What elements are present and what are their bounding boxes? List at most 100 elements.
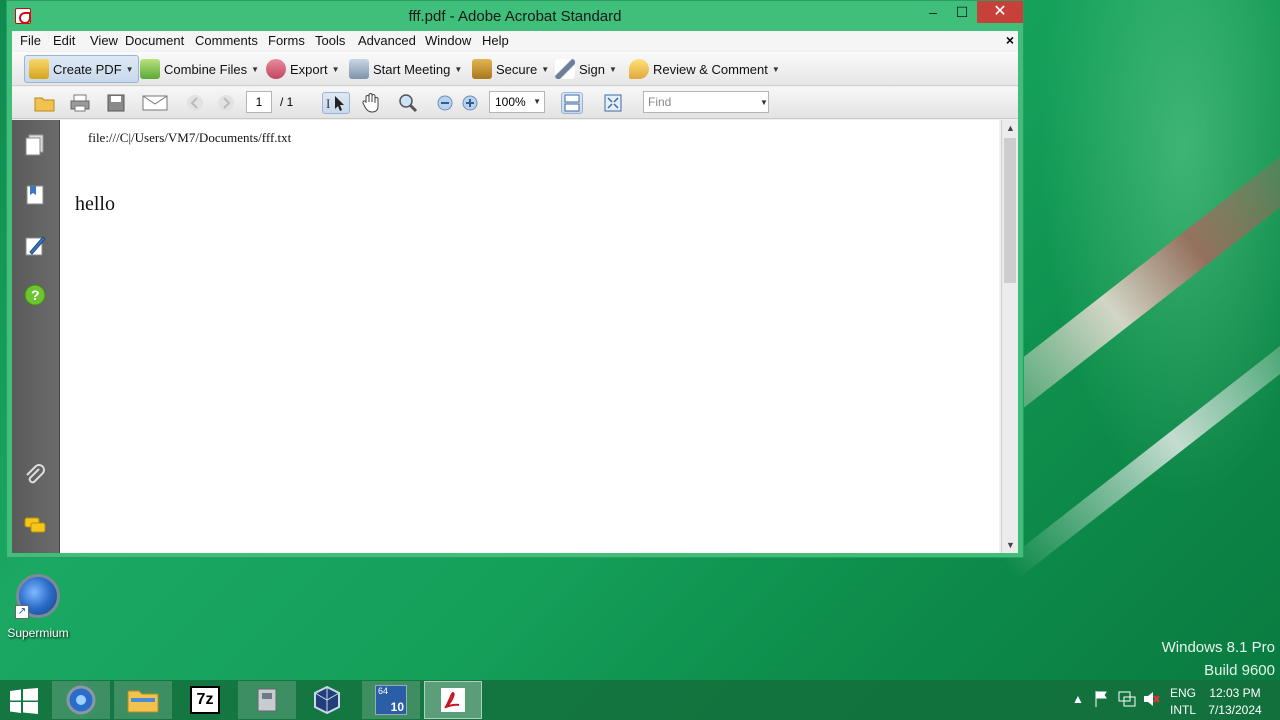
- scrolling-mode-icon[interactable]: [561, 92, 583, 114]
- review-comment-button[interactable]: Review & Comment ▼: [625, 55, 784, 83]
- create-pdf-button[interactable]: Create PDF ▼: [24, 55, 139, 83]
- shortcut-arrow-icon: ↗: [15, 605, 29, 619]
- menu-window[interactable]: Window: [425, 33, 471, 48]
- action-center-flag-icon[interactable]: [1094, 690, 1110, 720]
- taskbar-7zip[interactable]: 7z: [176, 681, 234, 719]
- chevron-down-icon: ▼: [771, 64, 780, 74]
- scrollbar-thumb[interactable]: [1004, 138, 1016, 283]
- bookmarks-icon[interactable]: [24, 184, 46, 206]
- svg-text:I: I: [326, 96, 330, 111]
- window-title: fff.pdf - Adobe Acrobat Standard: [408, 8, 622, 25]
- create-pdf-icon: [29, 59, 49, 79]
- zoom-in-icon[interactable]: [462, 92, 478, 114]
- show-hidden-icons[interactable]: ▲: [1072, 692, 1084, 720]
- menu-comments[interactable]: Comments: [195, 33, 258, 48]
- zoom-out-icon[interactable]: [437, 92, 453, 114]
- taskbar-acrobat[interactable]: [424, 681, 482, 719]
- watermark-build: Build 9600: [1204, 662, 1275, 679]
- comments-panel-icon[interactable]: [24, 514, 46, 536]
- start-meeting-label: Start Meeting: [373, 61, 451, 77]
- navigation-panel: ?: [12, 120, 59, 553]
- help-icon[interactable]: ?: [24, 284, 46, 306]
- vertical-scrollbar[interactable]: ▲ ▼: [1001, 120, 1018, 553]
- zoom-tool-icon[interactable]: [397, 92, 419, 114]
- input-language[interactable]: ENG INTL: [1165, 685, 1201, 719]
- navigation-toolbar: 1 / 1 I 100% ▼ Find ▼: [12, 87, 1018, 119]
- chevron-down-icon[interactable]: ▼: [533, 92, 541, 112]
- scroll-down-icon[interactable]: ▼: [1002, 537, 1019, 553]
- combine-files-button[interactable]: Combine Files ▼: [136, 55, 263, 83]
- document-body-text: hello: [75, 193, 115, 215]
- menu-edit[interactable]: Edit: [53, 33, 75, 48]
- attachments-icon[interactable]: [24, 464, 46, 486]
- save-icon[interactable]: [105, 92, 127, 114]
- zoom-level-value: 100%: [495, 95, 526, 109]
- sign-button[interactable]: Sign ▼: [551, 55, 621, 83]
- select-tool-icon[interactable]: I: [322, 92, 350, 114]
- desktop-icon-label: Supermium: [7, 626, 69, 640]
- keyboard-layout: INTL: [1169, 703, 1196, 717]
- supermium-icon: ↗: [15, 574, 60, 619]
- menu-view[interactable]: View: [90, 33, 118, 48]
- document-close-icon[interactable]: ×: [1006, 32, 1014, 48]
- menu-advanced[interactable]: Advanced: [358, 33, 416, 48]
- export-button[interactable]: Export ▼: [262, 55, 344, 83]
- network-icon[interactable]: [1118, 690, 1136, 720]
- menu-help[interactable]: Help: [482, 33, 509, 48]
- menu-bar: File Edit View Document Comments Forms T…: [12, 31, 1018, 51]
- taskbar: 7z 64 10 ▲ ENG INTL 12:03 PM 7/13/2024: [0, 680, 1280, 720]
- lock-icon: [472, 59, 492, 79]
- zoom-level-select[interactable]: 100% ▼: [489, 91, 545, 113]
- title-bar[interactable]: fff.pdf - Adobe Acrobat Standard ‒ ☐ ✕: [7, 1, 1023, 31]
- maximize-button[interactable]: ☐: [947, 1, 977, 23]
- menu-forms[interactable]: Forms: [268, 33, 305, 48]
- export-icon: [266, 59, 286, 79]
- start-meeting-button[interactable]: Start Meeting ▼: [345, 55, 466, 83]
- export-label: Export: [290, 61, 328, 77]
- email-icon[interactable]: [141, 92, 169, 114]
- find-input[interactable]: Find: [643, 91, 769, 113]
- pages-icon[interactable]: [24, 134, 46, 156]
- start-button[interactable]: [10, 688, 38, 714]
- fit-page-icon[interactable]: [602, 92, 624, 114]
- scroll-up-icon[interactable]: ▲: [1002, 120, 1019, 136]
- combine-files-icon: [140, 59, 160, 79]
- taskbar-file-explorer[interactable]: [114, 681, 172, 719]
- document-path-text: file:///C|/Users/VM7/Documents/fff.txt: [88, 130, 292, 145]
- previous-page-icon[interactable]: [184, 92, 206, 114]
- menu-document[interactable]: Document: [125, 33, 184, 48]
- language-code: ENG: [1169, 686, 1196, 700]
- next-page-icon[interactable]: [215, 92, 237, 114]
- sign-label: Sign: [579, 61, 606, 77]
- taskbar-virtualbox[interactable]: [298, 681, 356, 719]
- pen-icon: [555, 59, 575, 79]
- chevron-down-icon: ▼: [331, 64, 340, 74]
- acrobat-taskbar-icon: [441, 688, 465, 712]
- find-options-chevron-icon[interactable]: ▼: [760, 98, 768, 107]
- minimize-button[interactable]: ‒: [918, 1, 948, 23]
- secure-button[interactable]: Secure ▼: [468, 55, 553, 83]
- meeting-icon: [349, 59, 369, 79]
- taskbar-system-tool[interactable]: 64 10: [362, 681, 420, 719]
- page-number-input[interactable]: 1: [246, 91, 272, 113]
- menu-file[interactable]: File: [20, 33, 41, 48]
- desktop-icon-supermium[interactable]: ↗ Supermium: [6, 574, 70, 640]
- taskbar-supermium[interactable]: [52, 681, 110, 719]
- menu-tools[interactable]: Tools: [315, 33, 345, 48]
- print-icon[interactable]: [69, 92, 91, 114]
- chevron-down-icon: ▼: [251, 64, 260, 74]
- taskbar-installer[interactable]: [238, 681, 296, 719]
- volume-muted-icon[interactable]: [1142, 690, 1160, 720]
- secure-label: Secure: [496, 61, 538, 77]
- chevron-down-icon: ▼: [125, 64, 134, 74]
- close-button[interactable]: ✕: [977, 1, 1023, 23]
- clock[interactable]: 12:03 PM 7/13/2024: [1205, 685, 1265, 719]
- hand-tool-icon[interactable]: [360, 92, 382, 114]
- watermark-edition: Windows 8.1 Pro: [1161, 639, 1275, 656]
- signatures-icon[interactable]: [24, 234, 46, 256]
- document-view[interactable]: file:///C|/Users/VM7/Documents/fff.txt h…: [59, 120, 999, 553]
- find-placeholder: Find: [648, 95, 672, 109]
- open-folder-icon[interactable]: [34, 92, 56, 114]
- clock-time: 12:03 PM: [1209, 686, 1261, 700]
- system-tool-icon: 64 10: [375, 685, 407, 715]
